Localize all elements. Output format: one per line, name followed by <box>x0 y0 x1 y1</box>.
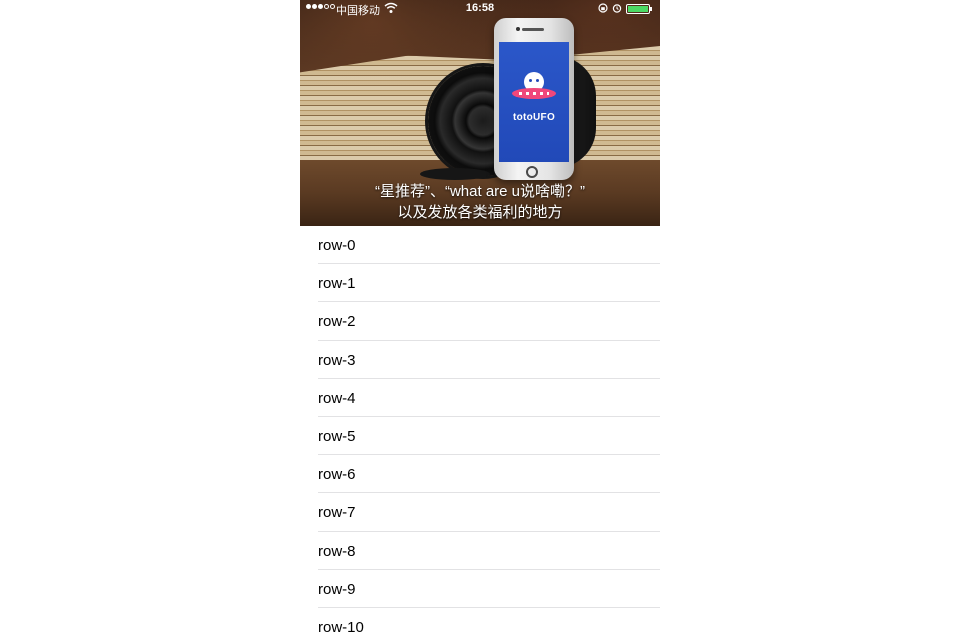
banner-caption-line-1: “星推荐”、“what are u说啥嘞？” <box>374 183 586 200</box>
battery-tip <box>650 7 652 11</box>
ufo-right-eye <box>536 79 539 82</box>
row-label: row-4 <box>318 389 356 407</box>
table-row[interactable]: row-2 <box>300 302 660 341</box>
row-label: row-5 <box>318 427 356 445</box>
row-label: row-9 <box>318 580 356 598</box>
front-camera-icon <box>516 27 520 31</box>
header-banner: totoUFO “星推荐”、“what are u说啥嘞？” 以及发放各类福利的… <box>300 0 660 226</box>
banner-caption-line-2: 以及发放各类福利的地方 <box>397 204 563 221</box>
row-label: row-0 <box>318 237 356 254</box>
ufo-lights <box>519 92 549 95</box>
speaker-grille <box>522 28 544 31</box>
table-row[interactable]: row-8 <box>300 531 660 570</box>
app-splash-screen: totoUFO <box>499 42 569 162</box>
row-label: row-2 <box>318 313 356 331</box>
table-row[interactable]: row-5 <box>300 416 660 456</box>
table-row[interactable]: row-3 <box>300 340 660 379</box>
app-name-logo: totoUFO <box>512 112 556 123</box>
table-row[interactable]: row-1 <box>300 264 660 303</box>
iphone-image: totoUFO <box>494 18 574 180</box>
status-bar: 中国移动 16:58 <box>300 0 660 18</box>
row-label: row-6 <box>318 466 356 484</box>
row-label: row-1 <box>318 275 356 293</box>
table-row[interactable]: row-7 <box>300 493 660 532</box>
ufo-left-eye <box>529 79 532 82</box>
rotation-lock-icon <box>598 3 608 13</box>
table-row[interactable]: row-4 <box>300 378 660 417</box>
table-row[interactable]: row-10 <box>300 607 660 640</box>
battery-level <box>628 6 648 12</box>
row-label: row-10 <box>318 618 364 636</box>
table-row[interactable]: row-6 <box>300 455 660 494</box>
battery-icon <box>626 4 650 14</box>
row-label: row-7 <box>318 504 356 522</box>
phone-screen: totoUFO “星推荐”、“what are u说啥嘞？” 以及发放各类福利的… <box>300 0 660 640</box>
alarm-icon <box>612 4 622 13</box>
row-label: row-8 <box>318 542 356 560</box>
home-button-icon <box>526 166 538 178</box>
table-row[interactable]: row-9 <box>300 569 660 608</box>
table-row[interactable]: row-0 <box>300 226 660 265</box>
lens-cap-image <box>420 168 490 180</box>
table-view[interactable]: row-0 row-1 row-2 row-3 row-4 row-5 row-6 row-7… <box>300 226 660 640</box>
row-label: row-3 <box>318 351 356 369</box>
